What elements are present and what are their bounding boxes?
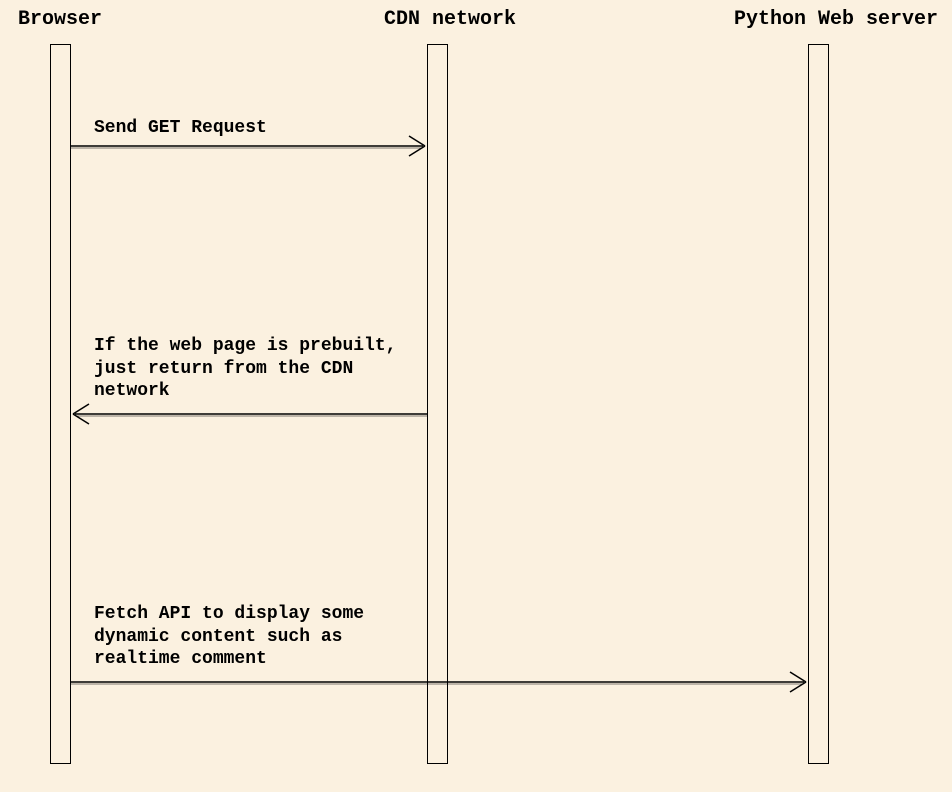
message-send-get-arrow xyxy=(71,134,427,158)
message-fetch-api-label: Fetch API to display some dynamic conten… xyxy=(94,603,364,671)
message-fetch-api-arrow xyxy=(71,670,808,694)
message-cdn-return-arrow xyxy=(71,402,427,426)
lifeline-server xyxy=(808,44,829,764)
lifeline-cdn xyxy=(427,44,448,764)
sequence-diagram: Browser CDN network Python Web server Se… xyxy=(0,0,952,792)
participant-cdn-label: CDN network xyxy=(384,8,516,31)
lifeline-browser xyxy=(50,44,71,764)
message-cdn-return-label: If the web page is prebuilt, just return… xyxy=(94,335,396,403)
participant-browser-label: Browser xyxy=(18,8,102,31)
participant-server-label: Python Web server xyxy=(734,8,938,31)
